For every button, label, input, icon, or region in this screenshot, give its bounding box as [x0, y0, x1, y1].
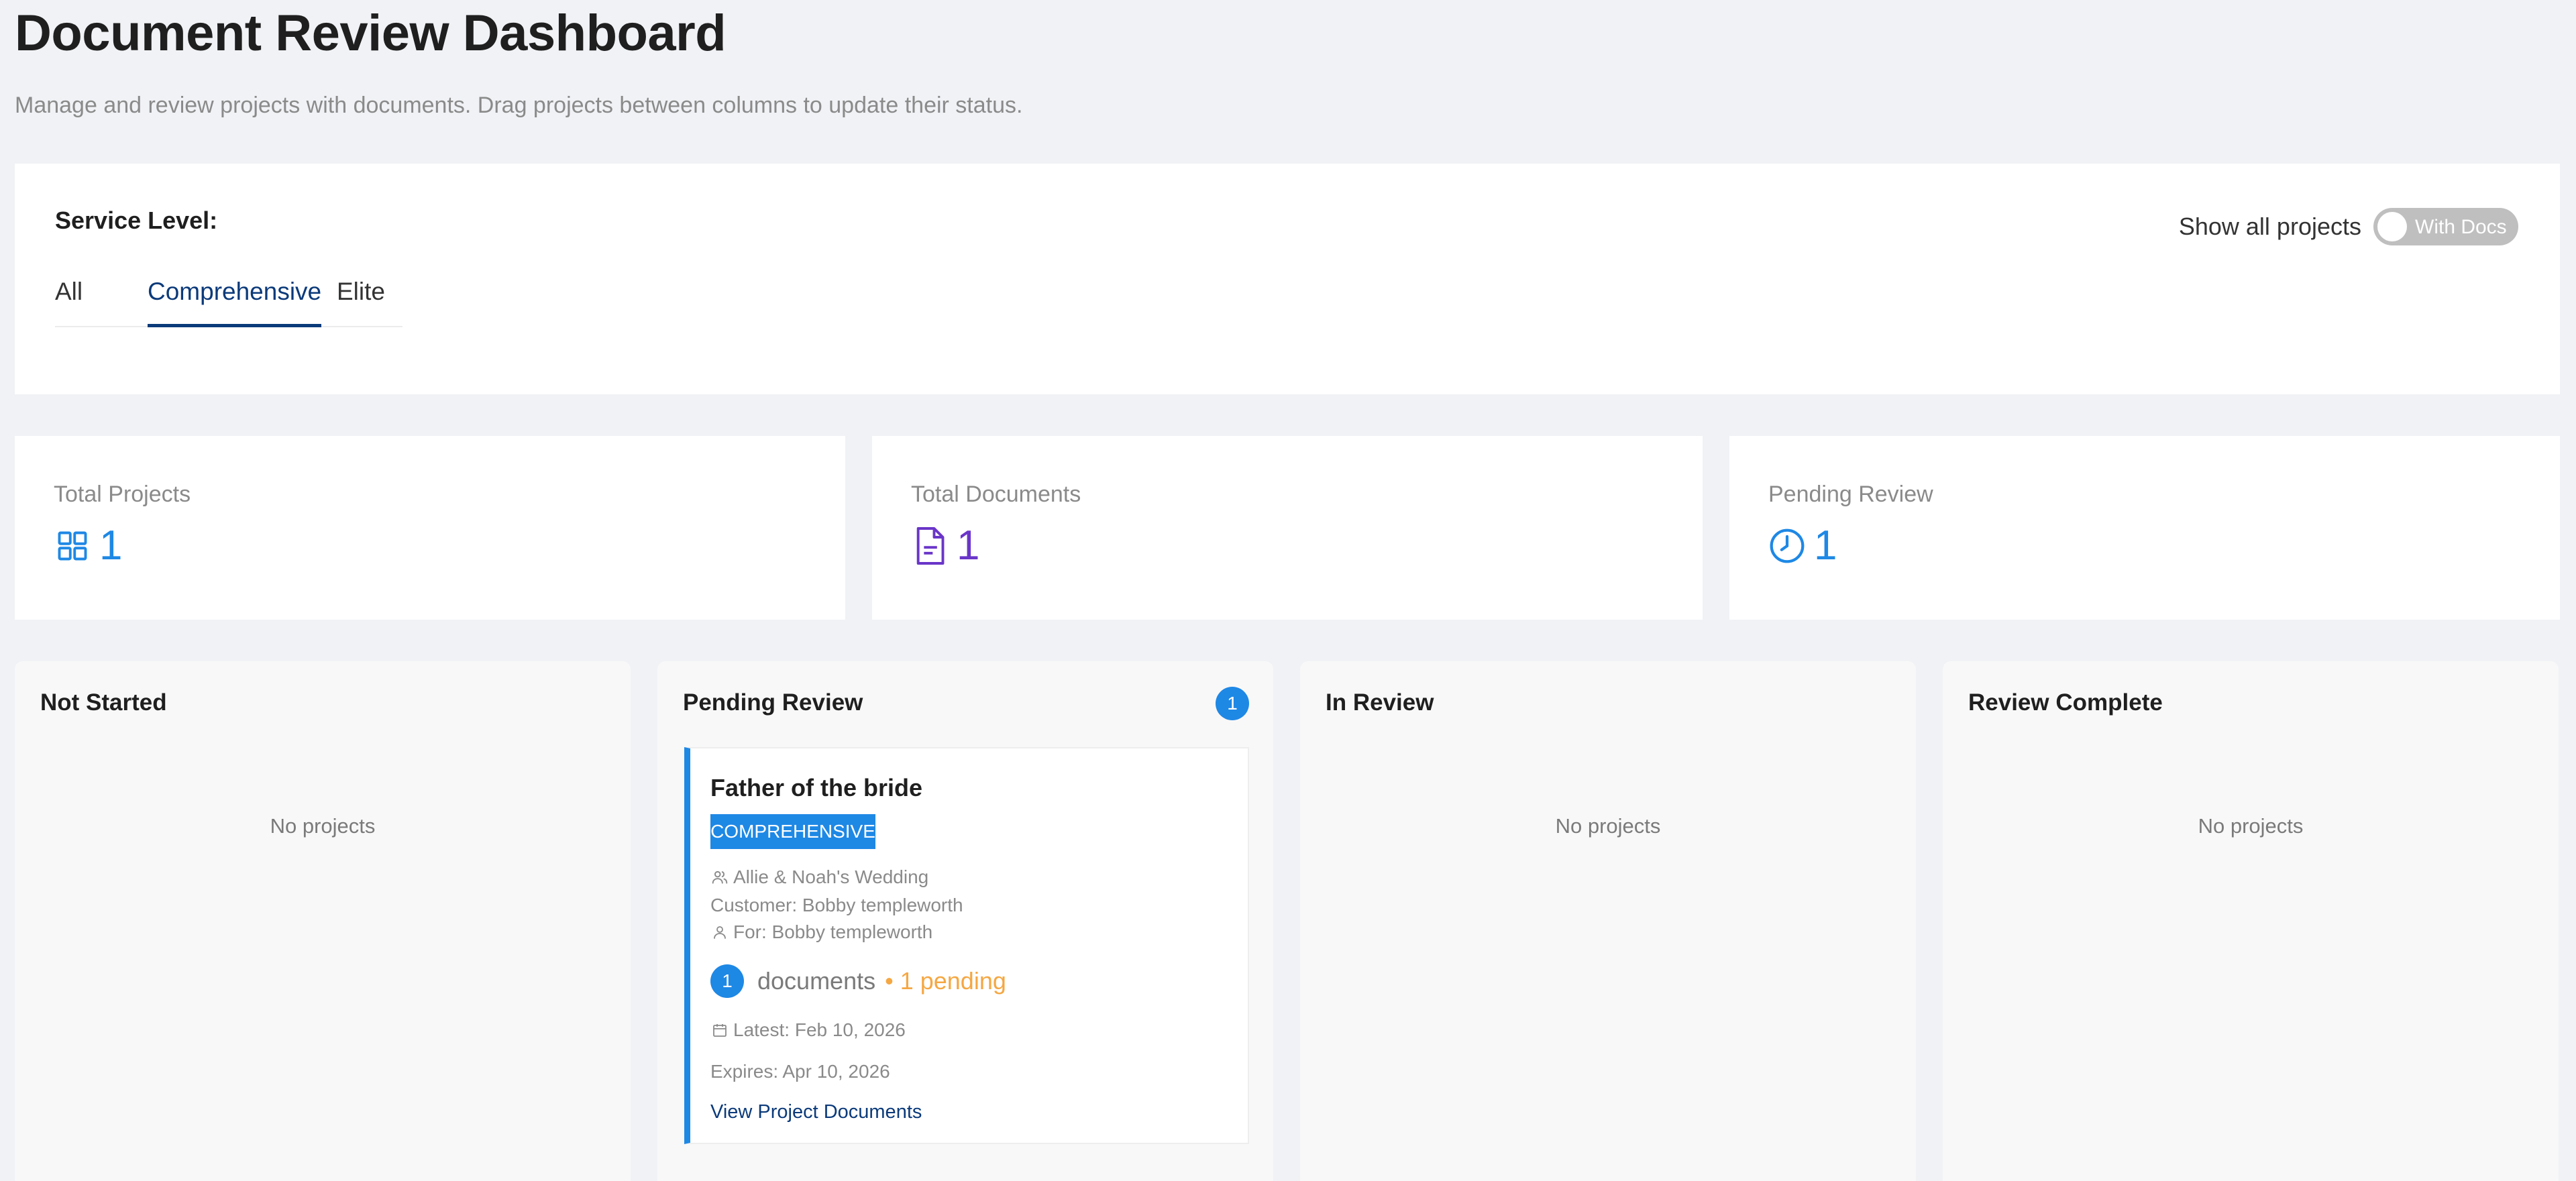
stat-title: Total Projects	[54, 482, 191, 507]
documents-label: documents	[757, 967, 876, 995]
customer-line: Customer: Bobby templeworth	[710, 895, 963, 916]
column-count-badge: 1	[1216, 687, 1249, 720]
stat-card-total-documents: Total Documents 1	[872, 436, 1703, 620]
column-title: Pending Review	[683, 689, 863, 716]
event-name: Allie & Noah's Wedding	[733, 866, 929, 887]
column-title: Review Complete	[1968, 689, 2163, 716]
stat-value: 1	[957, 522, 980, 569]
expires-date: Expires: Apr 10, 2026	[710, 1061, 890, 1082]
pending-count: • 1 pending	[885, 967, 1006, 995]
service-level-tabs: All Comprehensive Elite	[55, 271, 402, 327]
stat-value-row: 1	[911, 524, 979, 567]
column-title: In Review	[1326, 689, 1434, 716]
stat-value-row: 1	[1768, 524, 1837, 567]
project-card[interactable]: Father of the bride COMPREHENSIVE Allie …	[684, 747, 1249, 1144]
page-title: Document Review Dashboard	[15, 5, 727, 62]
for-name: For: Bobby templeworth	[733, 921, 933, 942]
view-project-documents-link[interactable]: View Project Documents	[710, 1101, 922, 1123]
documents-row: 1 documents • 1 pending	[710, 964, 1006, 998]
tab-elite[interactable]: Elite	[337, 271, 385, 327]
calendar-icon	[710, 1021, 729, 1039]
show-all-toggle-group: Show all projects With Docs	[2179, 208, 2518, 245]
toggle-text: With Docs	[2415, 216, 2507, 238]
user-icon	[710, 923, 729, 942]
dashboard-page: Document Review Dashboard Manage and rev…	[0, 0, 2576, 1181]
column-review-complete[interactable]: Review Complete No projects	[1943, 661, 2559, 1181]
stat-card-pending-review: Pending Review 1	[1729, 436, 2560, 620]
column-not-started[interactable]: Not Started No projects	[15, 661, 631, 1181]
users-icon	[710, 868, 729, 887]
latest-line: Latest: Feb 10, 2026	[710, 1019, 906, 1041]
with-docs-toggle[interactable]: With Docs	[2373, 208, 2518, 245]
stat-title: Total Documents	[911, 482, 1081, 507]
document-count-badge: 1	[710, 964, 744, 998]
document-icon	[911, 524, 949, 567]
expires-line: Expires: Apr 10, 2026	[710, 1061, 890, 1082]
stat-card-total-projects: Total Projects 1	[15, 436, 845, 620]
service-level-badge: COMPREHENSIVE	[710, 814, 875, 849]
customer-name: Customer: Bobby templeworth	[710, 895, 963, 915]
event-line: Allie & Noah's Wedding	[710, 866, 928, 888]
column-title: Not Started	[40, 689, 167, 716]
tab-comprehensive[interactable]: Comprehensive	[148, 271, 322, 327]
column-in-review[interactable]: In Review No projects	[1300, 661, 1916, 1181]
clock-icon	[1768, 524, 1806, 567]
filter-panel: Service Level: All Comprehensive Elite S…	[15, 164, 2560, 394]
latest-date: Latest: Feb 10, 2026	[733, 1019, 906, 1040]
stat-value: 1	[1814, 522, 1837, 569]
service-level-label: Service Level:	[55, 207, 218, 234]
empty-state-text: No projects	[270, 814, 376, 838]
toggle-knob	[2377, 212, 2407, 241]
project-name: Father of the bride	[710, 774, 923, 801]
for-line: For: Bobby templeworth	[710, 921, 932, 943]
tab-all[interactable]: All	[55, 271, 83, 327]
grid-icon	[54, 524, 91, 567]
column-pending-review[interactable]: Pending Review 1 Father of the bride COM…	[657, 661, 1273, 1181]
empty-state-text: No projects	[2198, 814, 2304, 838]
stat-value-row: 1	[54, 524, 122, 567]
stat-value: 1	[99, 522, 123, 569]
empty-state-text: No projects	[1555, 814, 1661, 838]
stat-title: Pending Review	[1768, 482, 1933, 507]
show-all-label: Show all projects	[2178, 213, 2361, 240]
page-subtitle: Manage and review projects with document…	[15, 93, 1023, 118]
